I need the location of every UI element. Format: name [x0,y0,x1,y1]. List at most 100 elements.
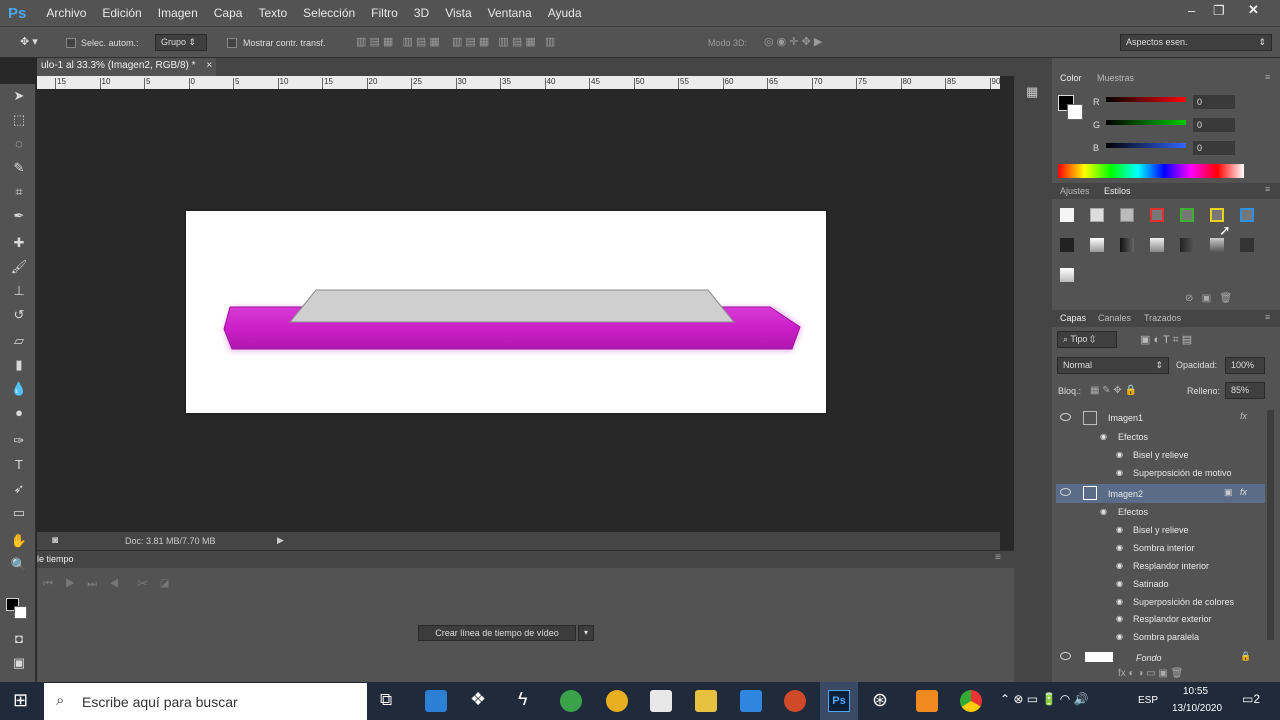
auto-select-dropdown[interactable]: Grupo ⇕ [155,34,207,51]
tab-capas[interactable]: Capas [1060,313,1086,323]
eraser-tool-icon[interactable]: ▱ [10,332,28,350]
style-swatch[interactable] [1120,208,1134,222]
style-swatch[interactable] [1060,238,1074,252]
style-swatch[interactable] [1180,238,1194,252]
style-swatch[interactable] [1090,238,1104,252]
restore-icon[interactable]: ❐ [1213,3,1225,19]
styles-footer-icons[interactable]: ⊘ ▣ 🗑 [1185,293,1232,304]
file-explorer-icon[interactable] [695,690,717,712]
menu-archivo[interactable]: Archivo [46,6,86,20]
menu-seleccion[interactable]: Selección [303,6,355,20]
hand-tool-icon[interactable]: ✋ [10,532,28,550]
style-swatch[interactable] [1150,208,1164,222]
document-canvas[interactable] [186,211,826,413]
style-swatch[interactable] [1240,208,1254,222]
layers-footer-icons[interactable]: fx ◐ ◑ ▭ ▣ 🗑 [1118,668,1183,679]
tab-muestras[interactable]: Muestras [1097,73,1134,83]
photoshop-taskbar-button[interactable]: Ps [820,682,858,720]
opacity-input[interactable]: 100% [1225,357,1265,374]
taskbar-search-box[interactable]: ⌕ Escribe aquí para buscar [44,683,367,720]
visibility-eye-icon[interactable] [1060,652,1071,660]
crop-tool-icon[interactable]: ⌗ [10,183,28,201]
layer-filter-icons[interactable]: ▣ ◐ T ⌗ ▤ [1140,333,1192,347]
layers-scrollbar[interactable] [1267,410,1274,640]
style-swatch[interactable] [1210,208,1224,222]
app-icon[interactable] [560,690,582,712]
brush-tool-icon[interactable]: 🖌 [10,258,28,276]
task-view-icon[interactable]: ⧉ [380,690,392,710]
effect-item[interactable]: ◉ Sombra interior [1056,539,1265,557]
healing-tool-icon[interactable]: ✚ [10,234,28,252]
effect-eye-icon[interactable]: ◉ [1116,632,1123,641]
color-spectrum-bar[interactable] [1058,164,1244,178]
effects-group[interactable]: ◉ Efectos [1056,503,1265,521]
effects-eye-icon[interactable]: ◉ [1100,432,1107,441]
menu-imagen[interactable]: Imagen [158,6,198,20]
eyedropper-tool-icon[interactable]: ✒ [10,207,28,225]
type-tool-icon[interactable]: T [10,456,28,474]
effect-item[interactable]: ◉ Sombra paralela [1056,628,1265,646]
show-transform-checkbox[interactable] [227,38,237,48]
layers-panel-menu-icon[interactable]: ≡ [1265,312,1270,322]
workspace-dropdown[interactable]: Aspectos esen. ⇕ [1120,34,1272,51]
tab-trazados[interactable]: Trazados [1144,313,1181,323]
effect-item[interactable]: ◉ Resplandor interior [1056,557,1265,575]
timeline-tab[interactable]: le tiempo [37,554,74,564]
layer-row-imagen2[interactable]: Imagen2 ▣ fx [1056,484,1265,503]
align-icons[interactable]: ▥ ▤ ▦ ▥ ▤ ▦ ▥ ▤ ▦ ▥ ▤ ▦ ▥ [356,35,555,48]
link-icon[interactable]: ▣ [1224,487,1233,498]
menu-capa[interactable]: Capa [214,6,243,20]
effect-eye-icon[interactable]: ◉ [1116,468,1123,477]
style-swatch[interactable] [1060,268,1074,282]
marquee-tool-icon[interactable]: ⬚ [10,111,28,129]
timeline-controls-icons[interactable]: ⏮ ▶ ⏭ ◀ ✂ ◪ [43,578,169,591]
lock-icons[interactable]: ▦ ✎ ✥ 🔒 [1090,385,1137,396]
windows-start-icon[interactable]: ⊞ [13,690,28,711]
menu-texto[interactable]: Texto [258,6,287,20]
style-swatch[interactable] [1060,208,1074,222]
shape-tool-icon[interactable]: ▭ [10,504,28,522]
style-swatch[interactable] [1210,238,1224,252]
effect-eye-icon[interactable]: ◉ [1116,597,1123,606]
layer-row-imagen1[interactable]: Imagen1 fx [1056,409,1265,427]
style-swatch[interactable] [1120,238,1134,252]
dropbox-icon[interactable]: ❖ [470,689,486,710]
notification-icon[interactable]: ▭2 [1242,692,1260,706]
effects-group[interactable]: ◉ Efectos [1056,428,1265,446]
clock-date[interactable]: 13/10/2020 [1172,703,1222,714]
language-indicator[interactable]: ESP [1138,695,1158,706]
channel-r-slider[interactable] [1106,97,1186,102]
blend-mode-dropdown[interactable]: Normal ⇕ [1057,357,1169,374]
channel-b-slider[interactable] [1106,143,1186,148]
app-icon[interactable] [650,690,672,712]
quick-select-tool-icon[interactable]: ✎ [10,159,28,177]
effect-eye-icon[interactable]: ◉ [1116,525,1123,534]
style-swatch[interactable] [1150,238,1164,252]
powerpoint-icon[interactable] [784,690,806,712]
path-select-tool-icon[interactable]: ➶ [10,480,28,498]
create-video-timeline-button[interactable]: Crear línea de tiempo de vídeo [418,625,576,641]
fx-icon[interactable]: fx [1240,487,1247,497]
effect-eye-icon[interactable]: ◉ [1116,543,1123,552]
quick-mask-icon[interactable]: ◘ [10,630,28,648]
menu-3d[interactable]: 3D [414,6,429,20]
minimize-icon[interactable]: – [1188,3,1195,18]
clock-time[interactable]: 10:55 [1183,686,1208,697]
tray-icons[interactable]: ⌃ ⊗ ▭ 🔋 ◠ 🔊 [1000,692,1088,706]
menu-edicion[interactable]: Edición [102,6,141,20]
channel-g-value[interactable]: 0 [1193,118,1235,132]
app-icon[interactable] [916,690,938,712]
tab-estilos[interactable]: Estilos [1104,186,1131,196]
screen-mode-icon[interactable]: ▣ [10,654,28,672]
3d-mode-icons[interactable]: ◎ ◉ ✛ ✥ ▶ [764,35,822,48]
effect-item[interactable]: ◉ Superposición de colores [1056,593,1265,611]
gradient-tool-icon[interactable]: ▮ [10,356,28,374]
close-icon[interactable]: ✕ [1248,2,1259,18]
blur-tool-icon[interactable]: 💧 [10,380,28,398]
tab-ajustes[interactable]: Ajustes [1060,186,1090,196]
stamp-tool-icon[interactable]: ⊥ [10,282,28,300]
style-swatch[interactable] [1240,238,1254,252]
timeline-options-dropdown[interactable]: ▾ [578,625,594,641]
background-color-swatch[interactable] [14,606,27,619]
history-brush-icon[interactable]: ↺ [10,306,28,324]
